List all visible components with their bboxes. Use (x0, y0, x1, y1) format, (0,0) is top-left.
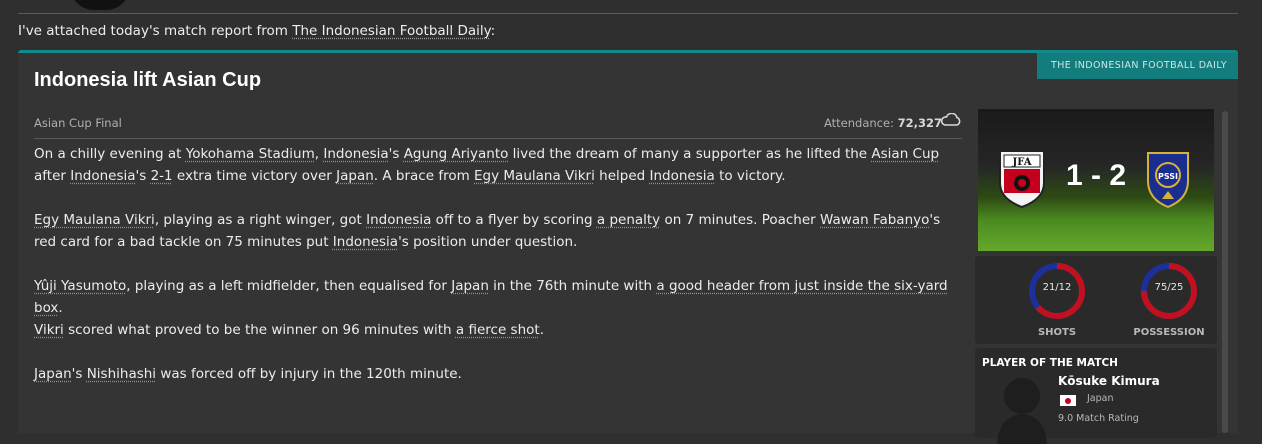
player-link[interactable]: Nishihashi (87, 366, 156, 382)
attendance-value: 72,327 (897, 116, 943, 130)
source-link[interactable]: The Indonesian Football Daily (292, 23, 490, 39)
scrollbar-thumb[interactable] (1222, 111, 1228, 433)
svg-text:PSSI: PSSI (1158, 172, 1178, 181)
match-report-card: THE INDONESIAN FOOTBALL DAILY Indonesia … (18, 50, 1238, 444)
scoreboard[interactable]: JFA 1 - 2 PSSI (978, 109, 1214, 251)
team-link[interactable]: Japan (336, 168, 374, 184)
article-paragraph: Egy Maulana Vikri, playing as a right wi… (34, 212, 941, 250)
final-score: 1 - 2 (1065, 159, 1127, 192)
player-nation: Japan (1087, 393, 1114, 404)
team-link[interactable]: Japan (34, 366, 72, 382)
stadium-link[interactable]: Yokohama Stadium (186, 146, 315, 162)
player-name[interactable]: Kōsuke Kimura (1058, 374, 1160, 388)
team-link[interactable]: Indonesia (333, 234, 398, 250)
article-body: On a chilly evening at Yokohama Stadium,… (34, 143, 964, 407)
highlight-link[interactable]: a fierce shot (456, 322, 540, 338)
publication-tag: THE INDONESIAN FOOTBALL DAILY (1037, 53, 1238, 79)
possession-value: 75/25 (1154, 282, 1184, 293)
highlight-link[interactable]: a penalty (597, 212, 660, 228)
team-link[interactable]: Indonesia (323, 146, 388, 162)
player-link[interactable]: Egy Maulana Vikri (474, 168, 595, 184)
user-avatar-partial (70, 0, 130, 10)
shots-label: SHOTS (1037, 327, 1077, 338)
article-paragraph: Japan's Nishihashi was forced off by inj… (34, 366, 462, 382)
headline: Indonesia lift Asian Cup (34, 69, 262, 91)
player-link[interactable]: Vikri (34, 322, 64, 338)
player-link[interactable]: Yûji Yasumoto (34, 278, 126, 294)
player-silhouette-icon (997, 378, 1047, 444)
attendance-label: Attendance: (824, 116, 894, 130)
pssi-crest-icon[interactable]: PSSI (1142, 149, 1194, 209)
intro-colon: : (490, 23, 496, 39)
player-link[interactable]: Wawan Fabanyo (820, 212, 929, 228)
match-rating: 9.0 Match Rating (1058, 413, 1139, 424)
competition-label: Asian Cup Final (34, 116, 122, 130)
competition-link[interactable]: Asian Cup (871, 146, 939, 162)
team-link[interactable]: Indonesia (70, 168, 135, 184)
potm-title: PLAYER OF THE MATCH (982, 357, 1118, 369)
svg-text:JFA: JFA (1011, 157, 1031, 168)
shots-value: 21/12 (1042, 282, 1072, 293)
article-paragraph: Yûji Yasumoto, playing as a left midfiel… (34, 278, 948, 338)
person-link[interactable]: Agung Ariyanto (404, 146, 509, 162)
match-stats-panel: 21/12 SHOTS 75/25 POSSESSION (975, 256, 1217, 344)
divider (18, 13, 1238, 14)
team-link[interactable]: Indonesia (366, 212, 431, 228)
jfa-crest-icon[interactable]: JFA (996, 149, 1048, 209)
japan-flag-icon (1060, 395, 1076, 406)
player-link[interactable]: Egy Maulana Vikri (34, 212, 155, 228)
intro-text: I've attached today's match report from (18, 23, 293, 39)
header-divider (34, 138, 962, 139)
player-of-the-match-panel: PLAYER OF THE MATCH Kōsuke Kimura Japan … (975, 348, 1217, 444)
team-link[interactable]: Indonesia (649, 168, 714, 184)
attendance: Attendance: 72,327 (824, 116, 942, 130)
score-link[interactable]: 2-1 (151, 168, 173, 184)
possession-label: POSSESSION (1133, 327, 1205, 338)
cloud-icon (940, 113, 961, 126)
article-paragraph: On a chilly evening at Yokohama Stadium,… (34, 146, 940, 184)
team-link[interactable]: Japan (451, 278, 489, 294)
message-intro: I've attached today's match report from … (18, 23, 495, 39)
